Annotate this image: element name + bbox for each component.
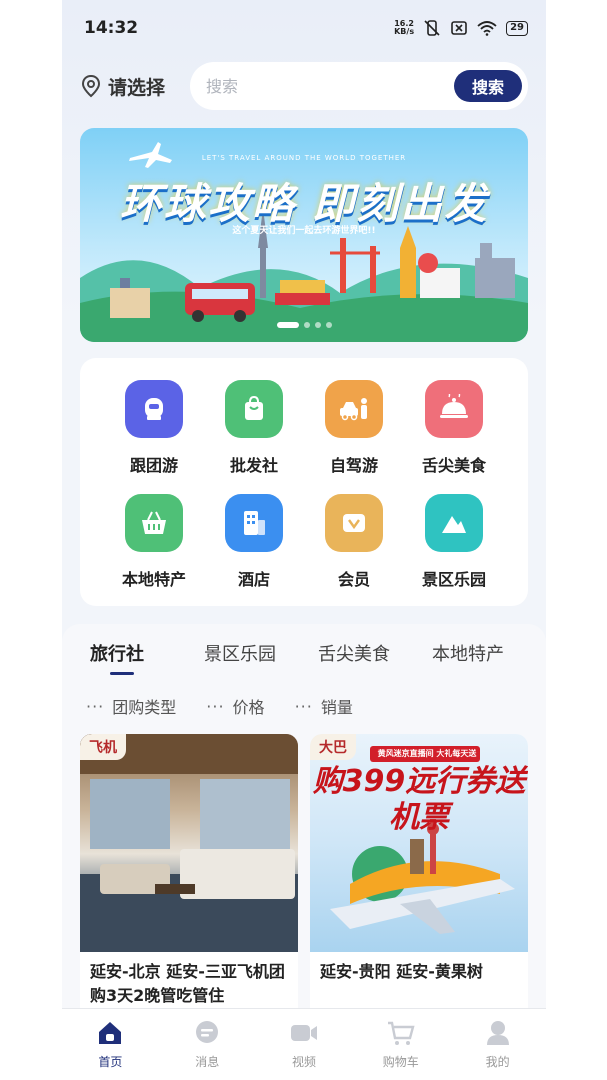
self-drive-icon <box>325 380 383 438</box>
app-screen: 14:32 16.2 KB/s 29 请选择 搜索 搜索 LET'S TRAVE… <box>62 0 546 1080</box>
wifi-icon <box>477 21 497 36</box>
shopping-bag-icon <box>225 380 283 438</box>
filter-more-icon: ··· <box>206 696 225 716</box>
nav-cart[interactable]: 购物车 <box>352 1009 449 1080</box>
tab-food[interactable]: 舌尖美食 <box>318 640 432 666</box>
category-label: 跟团游 <box>129 456 178 475</box>
category-label: 自驾游 <box>329 456 378 475</box>
location-label: 请选择 <box>108 76 166 99</box>
banner-dot[interactable] <box>325 322 332 328</box>
scenic-mountain-icon <box>425 494 483 552</box>
filter-price[interactable]: ··· 价格 <box>206 694 264 718</box>
battery-icon: 29 <box>506 20 528 36</box>
status-time: 14:32 <box>84 18 139 38</box>
filter-sales[interactable]: ··· 销量 <box>295 694 353 718</box>
tab-travel-agency[interactable]: 旅行社 <box>90 640 204 666</box>
food-cloche-icon <box>425 380 483 438</box>
header: 请选择 搜索 <box>80 62 528 110</box>
category-label: 本地特产 <box>121 570 186 589</box>
filter-label: 销量 <box>320 698 353 717</box>
vibrate-mute-icon <box>424 20 440 36</box>
filter-bar: ··· 团购类型 ··· 价格 ··· 销量 <box>86 694 353 718</box>
nav-label: 我的 <box>485 1055 510 1069</box>
home-icon <box>99 1022 122 1044</box>
product-image-hotel-room: 飞机 <box>80 734 298 952</box>
category-label: 舌尖美食 <box>421 456 486 475</box>
status-icons: 16.2 KB/s 29 <box>394 19 528 37</box>
nav-video[interactable]: 视频 <box>256 1009 353 1080</box>
nav-label: 视频 <box>291 1055 316 1069</box>
banner-tagline: 这个夏天让我们一起去环游世界吧!! <box>232 226 376 236</box>
banner-pagination <box>80 322 528 328</box>
promo-top-text: 黄风迷京直播间 大礼每天送 <box>377 749 477 758</box>
tab-scenic-park[interactable]: 景区乐园 <box>204 640 318 666</box>
banner-dot-active[interactable] <box>276 322 299 328</box>
transport-badge: 大巴 <box>310 734 356 760</box>
banner-subtitle: LET'S TRAVEL AROUND THE WORLD TOGETHER <box>201 154 407 162</box>
network-speed-unit: KB/s <box>394 27 415 36</box>
banner-dot[interactable] <box>314 322 321 328</box>
active-tab-indicator <box>110 672 134 675</box>
nav-label: 消息 <box>195 1055 220 1069</box>
no-sim-icon <box>451 21 467 35</box>
filter-more-icon: ··· <box>86 696 105 716</box>
category-grid: 跟团游 批发社 自驾游 舌尖美食 本地特产 酒店 会员 景区乐园 <box>80 358 528 590</box>
network-speed: 16.2 KB/s <box>394 20 414 36</box>
product-image-promo: 大巴 黄风迷京直播间 大礼每天送 购399远行券送机票 <box>310 734 528 952</box>
product-title: 延安-北京 延安-三亚飞机团购3天2晚管吃管住 <box>90 962 285 1005</box>
nav-profile[interactable]: 我的 <box>449 1009 546 1080</box>
category-label: 景区乐园 <box>421 570 486 589</box>
category-wholesale[interactable]: 批发社 <box>204 380 304 476</box>
right-margin <box>546 0 607 1080</box>
product-list: 飞机 延安-北京 延安-三亚飞机团购3天2晚管吃管住 大巴 黄风迷京直播间 大礼… <box>80 734 528 1024</box>
category-tour-group[interactable]: 跟团游 <box>104 380 204 476</box>
filter-more-icon: ··· <box>294 696 313 716</box>
category-self-drive[interactable]: 自驾游 <box>304 380 404 476</box>
filter-group-type[interactable]: ··· 团购类型 <box>86 694 176 718</box>
nav-label: 购物车 <box>382 1055 419 1069</box>
category-tabs: 旅行社 景区乐园 舌尖美食 本地特产 <box>90 640 546 666</box>
category-scenic-park[interactable]: 景区乐园 <box>404 494 504 590</box>
member-card-icon <box>325 494 383 552</box>
category-local-specialty[interactable]: 本地特产 <box>104 494 204 590</box>
filter-label: 价格 <box>232 698 265 717</box>
hotel-icon <box>225 494 283 552</box>
category-member[interactable]: 会员 <box>304 494 404 590</box>
product-card[interactable]: 飞机 延安-北京 延安-三亚飞机团购3天2晚管吃管住 <box>80 734 298 1024</box>
filter-label: 团购类型 <box>112 698 177 717</box>
nav-label: 首页 <box>98 1055 123 1069</box>
banner-title: 环球攻略 即刻出发 <box>119 179 489 228</box>
basket-icon <box>125 494 183 552</box>
bottom-navigation: 首页 消息 视频 购物车 我的 <box>62 1008 546 1080</box>
profile-icon <box>486 1021 509 1045</box>
location-selector[interactable]: 请选择 <box>80 73 190 100</box>
product-feed: 旅行社 景区乐园 舌尖美食 本地特产 ··· 团购类型 ··· 价格 ··· 销… <box>62 624 546 1024</box>
category-hotel[interactable]: 酒店 <box>204 494 304 590</box>
nav-home[interactable]: 首页 <box>62 1009 159 1080</box>
hotel-room-illustration <box>80 734 298 952</box>
promo-banner[interactable]: LET'S TRAVEL AROUND THE WORLD TOGETHER 环… <box>80 128 528 342</box>
message-icon <box>196 1021 219 1043</box>
video-icon <box>290 1025 317 1041</box>
search-button[interactable]: 搜索 <box>454 70 522 102</box>
cart-icon <box>387 1021 415 1045</box>
location-pin-icon <box>81 74 101 98</box>
banner-dot[interactable] <box>303 322 310 328</box>
product-title: 延安-贵阳 延安-黄果树 <box>320 962 483 981</box>
category-label: 批发社 <box>229 456 278 475</box>
product-card[interactable]: 大巴 黄风迷京直播间 大礼每天送 购399远行券送机票 延安-贵阳 延安-黄果树 <box>310 734 528 1024</box>
tab-local-specialty[interactable]: 本地特产 <box>432 640 546 666</box>
search-bar: 搜索 <box>190 62 528 110</box>
category-food[interactable]: 舌尖美食 <box>404 380 504 476</box>
search-input[interactable] <box>206 76 454 96</box>
category-label: 酒店 <box>237 570 270 589</box>
category-grid-card: 跟团游 批发社 自驾游 舌尖美食 本地特产 酒店 会员 景区乐园 <box>80 358 528 606</box>
left-margin <box>0 0 62 1080</box>
status-bar: 14:32 16.2 KB/s 29 <box>84 14 528 42</box>
promo-headline: 购399远行券送机票 <box>312 764 526 835</box>
nav-messages[interactable]: 消息 <box>159 1009 256 1080</box>
transport-badge: 飞机 <box>80 734 126 760</box>
tour-group-icon <box>125 380 183 438</box>
category-label: 会员 <box>337 570 370 589</box>
